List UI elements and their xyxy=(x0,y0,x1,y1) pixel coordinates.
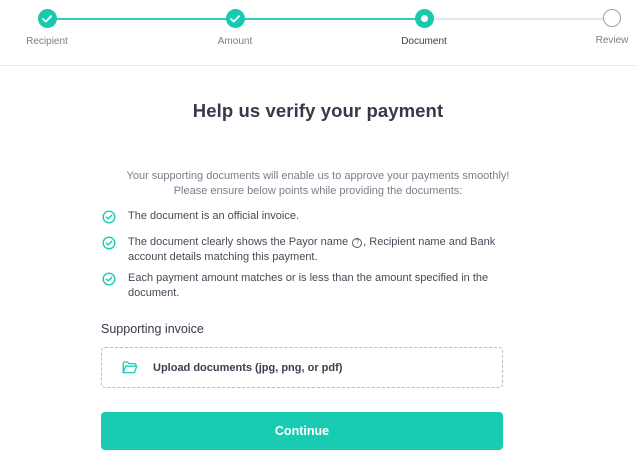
check-icon xyxy=(42,14,52,22)
requirement-text: Each payment amount matches or is less t… xyxy=(128,272,489,299)
intro-line: Your supporting documents will enable us… xyxy=(126,170,510,182)
intro-text: Your supporting documents will enable us… xyxy=(0,169,636,199)
step-label: Review xyxy=(595,35,629,46)
continue-button[interactable]: Continue xyxy=(101,412,503,450)
requirements-list: The document is an official invoice. The… xyxy=(102,209,512,301)
requirement-text-part: The document clearly shows the Payor nam… xyxy=(128,236,349,248)
check-circle-icon xyxy=(102,272,116,291)
step-review[interactable]: Review xyxy=(552,9,636,46)
supporting-invoice-label: Supporting invoice xyxy=(101,322,204,336)
requirement-item: Each payment amount matches or is less t… xyxy=(102,271,512,301)
check-circle-icon xyxy=(102,210,116,229)
upload-label: Upload documents (jpg, png, or pdf) xyxy=(153,361,343,374)
requirement-text: The document is an official invoice. xyxy=(128,210,299,222)
upload-dropzone[interactable]: Upload documents (jpg, png, or pdf) xyxy=(101,347,503,388)
requirement-item: The document is an official invoice. xyxy=(102,209,512,229)
progress-stepper: Recipient Amount Document Review xyxy=(0,0,636,66)
step-current-circle xyxy=(414,9,434,28)
intro-line: Please ensure below points while providi… xyxy=(173,185,463,197)
step-amount[interactable]: Amount xyxy=(175,9,295,47)
page-title: Help us verify your payment xyxy=(192,100,444,121)
step-document[interactable]: Document xyxy=(364,9,484,47)
requirement-item: The document clearly shows the Payor nam… xyxy=(102,235,512,265)
step-recipient[interactable]: Recipient xyxy=(0,9,107,47)
step-done-circle xyxy=(37,9,57,28)
folder-open-icon xyxy=(122,361,138,374)
step-label: Document xyxy=(401,36,447,47)
step-label: Recipient xyxy=(26,36,68,47)
requirement-text: The document clearly shows the Payor nam… xyxy=(128,235,512,265)
verify-payment-panel: Help us verify your payment Your support… xyxy=(0,100,636,450)
step-label: Amount xyxy=(217,36,253,47)
check-circle-icon xyxy=(102,236,116,255)
dot-icon xyxy=(420,15,428,22)
check-icon xyxy=(230,14,240,22)
help-icon[interactable]: ? xyxy=(352,238,363,248)
step-todo-circle xyxy=(603,9,621,27)
step-done-circle xyxy=(225,9,245,28)
